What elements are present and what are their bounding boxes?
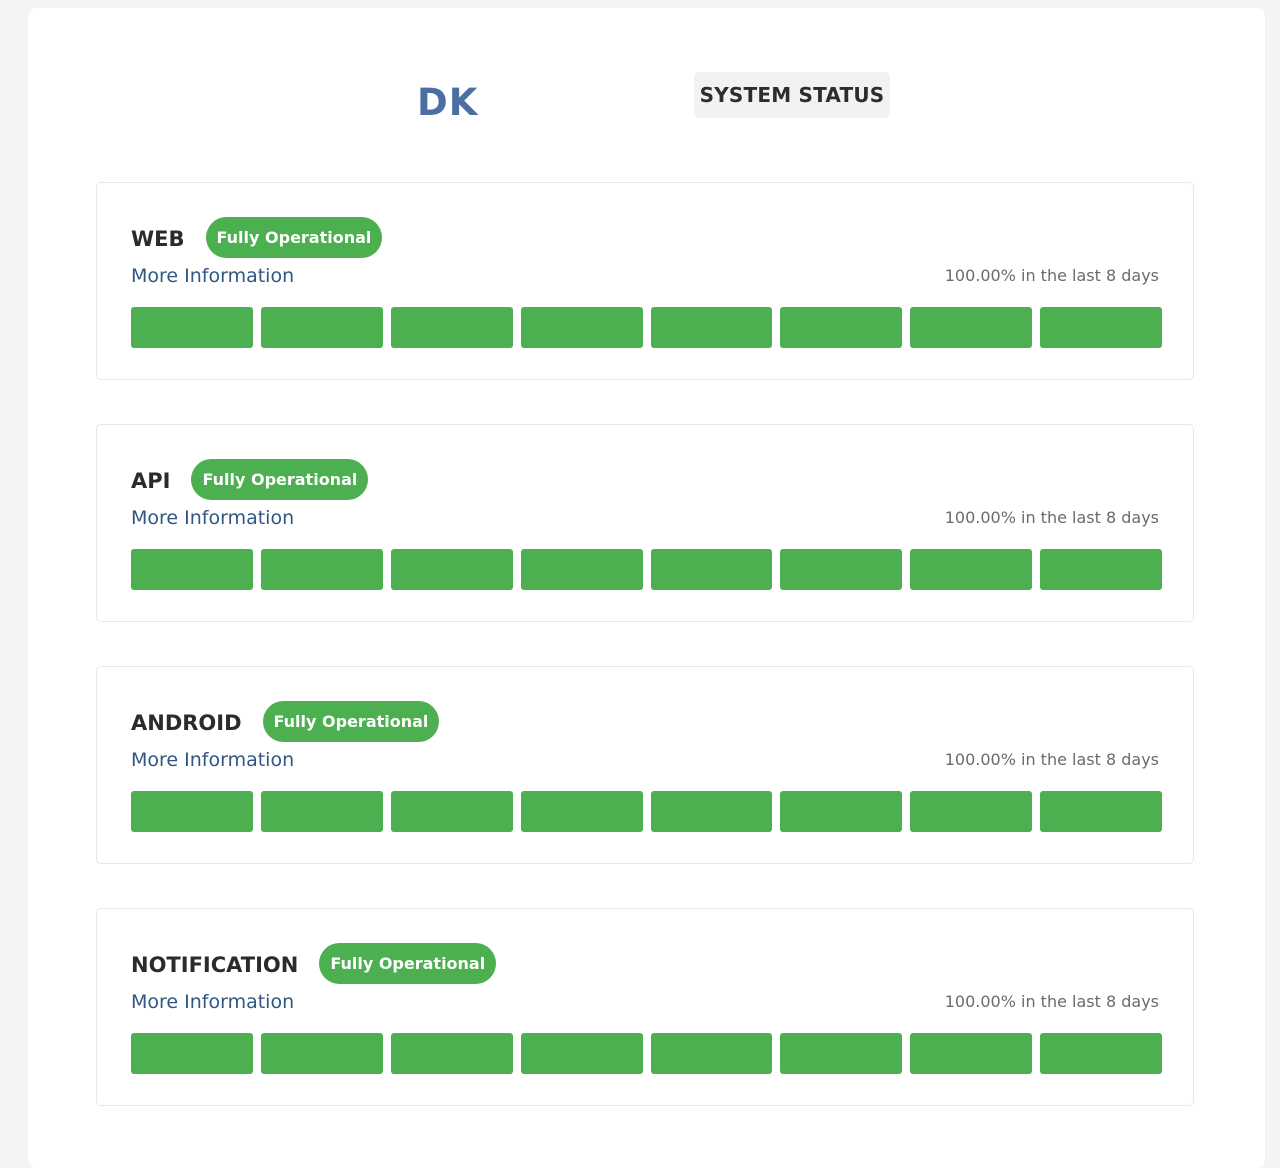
more-information-link[interactable]: More Information: [131, 989, 294, 1015]
uptime-text: 100.00% in the last 8 days: [944, 508, 1159, 527]
uptime-day-bar[interactable]: [520, 1033, 643, 1074]
uptime-day-bar[interactable]: [910, 1033, 1033, 1074]
uptime-text: 100.00% in the last 8 days: [944, 992, 1159, 1011]
uptime-day-bar[interactable]: [780, 791, 903, 832]
uptime-day-bar[interactable]: [650, 1033, 773, 1074]
uptime-day-bar[interactable]: [1040, 549, 1162, 590]
status-badge: Fully Operational: [319, 942, 497, 984]
uptime-bars: [131, 791, 1162, 832]
uptime-day-bar[interactable]: [780, 549, 903, 590]
uptime-text: 100.00% in the last 8 days: [944, 750, 1159, 769]
service-header: WEB Fully Operational: [131, 216, 383, 258]
more-information-link[interactable]: More Information: [131, 505, 294, 531]
service-header: API Fully Operational: [131, 458, 369, 500]
uptime-day-bar[interactable]: [131, 1033, 253, 1074]
page-title: SYSTEM STATUS: [699, 83, 885, 107]
status-badge: Fully Operational: [191, 458, 369, 500]
uptime-day-bar[interactable]: [260, 1033, 383, 1074]
uptime-day-bar[interactable]: [910, 791, 1033, 832]
uptime-day-bar[interactable]: [390, 307, 513, 348]
status-badge: Fully Operational: [262, 700, 440, 742]
service-card-web: WEB Fully Operational More Information 1…: [96, 182, 1194, 380]
uptime-day-bar[interactable]: [131, 549, 253, 590]
uptime-day-bar[interactable]: [1040, 1033, 1162, 1074]
uptime-day-bar[interactable]: [390, 549, 513, 590]
uptime-bars: [131, 307, 1162, 348]
uptime-day-bar[interactable]: [780, 1033, 903, 1074]
uptime-day-bar[interactable]: [131, 791, 253, 832]
more-information-link[interactable]: More Information: [131, 263, 294, 289]
uptime-day-bar[interactable]: [910, 549, 1033, 590]
uptime-day-bar[interactable]: [390, 1033, 513, 1074]
uptime-day-bar[interactable]: [131, 307, 253, 348]
uptime-day-bar[interactable]: [650, 307, 773, 348]
uptime-day-bar[interactable]: [780, 307, 903, 348]
uptime-day-bar[interactable]: [1040, 307, 1162, 348]
status-page-card: DK SYSTEM STATUS WEB Fully Operational M…: [28, 8, 1265, 1168]
uptime-day-bar[interactable]: [390, 791, 513, 832]
uptime-day-bar[interactable]: [260, 307, 383, 348]
status-badge: Fully Operational: [205, 216, 383, 258]
more-information-link[interactable]: More Information: [131, 747, 294, 773]
uptime-bars: [131, 1033, 1162, 1074]
page-title-box: SYSTEM STATUS: [694, 72, 890, 118]
service-name: API: [131, 469, 171, 493]
service-card-android: ANDROID Fully Operational More Informati…: [96, 666, 1194, 864]
uptime-day-bar[interactable]: [1040, 791, 1162, 832]
service-card-notification: NOTIFICATION Fully Operational More Info…: [96, 908, 1194, 1106]
uptime-day-bar[interactable]: [910, 307, 1033, 348]
uptime-day-bar[interactable]: [520, 791, 643, 832]
uptime-day-bar[interactable]: [520, 307, 643, 348]
service-name: NOTIFICATION: [131, 953, 299, 977]
uptime-day-bar[interactable]: [650, 549, 773, 590]
service-header: NOTIFICATION Fully Operational: [131, 942, 497, 984]
service-name: WEB: [131, 227, 185, 251]
service-header: ANDROID Fully Operational: [131, 700, 440, 742]
uptime-day-bar[interactable]: [260, 791, 383, 832]
uptime-day-bar[interactable]: [650, 791, 773, 832]
service-card-api: API Fully Operational More Information 1…: [96, 424, 1194, 622]
uptime-day-bar[interactable]: [260, 549, 383, 590]
uptime-bars: [131, 549, 1162, 590]
logo: DK: [417, 81, 479, 124]
uptime-text: 100.00% in the last 8 days: [944, 266, 1159, 285]
service-name: ANDROID: [131, 711, 242, 735]
uptime-day-bar[interactable]: [520, 549, 643, 590]
